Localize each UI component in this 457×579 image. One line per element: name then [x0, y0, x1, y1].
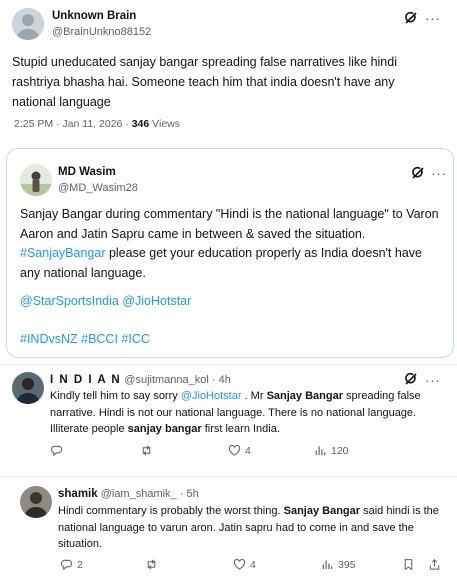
reply2-view-count: 395 [338, 558, 356, 571]
main-post-time[interactable]: 2:25 PM · Jan 11, 2026 · [14, 118, 132, 130]
reply1-bold-text: Sanjay Bangar [266, 390, 343, 402]
reply1-like-count: 4 [245, 444, 251, 457]
reply1-text-part: . Mr [241, 390, 267, 402]
hashtag-link[interactable]: #SanjayBangar [20, 246, 105, 260]
like-icon [233, 558, 246, 570]
reply1-repost-button[interactable] [140, 444, 157, 457]
main-post-views-count: 346 [131, 118, 150, 130]
reply1-reply-button[interactable] [50, 444, 67, 457]
reply2-header: shamik @iam_shamik_ · 5h [58, 488, 199, 500]
reply1-like-button[interactable]: 4 [228, 444, 251, 457]
reply1-views-button[interactable]: 120 [314, 444, 349, 457]
main-author-avatar[interactable] [12, 8, 44, 40]
share-icon [429, 559, 440, 570]
reply2-bold-text: Sanjay Bangar [283, 505, 361, 517]
views-icon [315, 446, 326, 456]
reply2-avatar[interactable] [20, 486, 52, 518]
main-post-views-label: Views [149, 118, 180, 130]
share-button[interactable] [428, 558, 441, 571]
reply2-text: Hindi commentary is probably the worst t… [58, 503, 450, 553]
reply1-header: I N D I A N @sujitmanna_kol · 4h [50, 374, 231, 386]
repost-icon [142, 445, 151, 456]
reply1-text: Kindly tell him to say sorry @JioHotstar… [50, 388, 445, 438]
bookmark-icon [404, 559, 413, 571]
reply2-time[interactable]: · 5h [177, 488, 199, 500]
main-post-text: Stupid uneducated sanjay bangar spreadin… [12, 55, 397, 109]
reply1-time[interactable]: · 4h [209, 374, 231, 386]
grok-icon[interactable] [404, 11, 418, 25]
quoted-hashtags[interactable]: #INDvsNZ #BCCI #ICC [20, 332, 150, 346]
quoted-author-name[interactable]: MD Wasim [58, 166, 116, 178]
reply2-author-handle[interactable]: @iam_shamik_ [101, 488, 177, 500]
quoted-mentions[interactable]: @StarSportsIndia @JioHotstar [20, 294, 191, 308]
main-post-meta: 2:25 PM · Jan 11, 2026 · 346 Views [14, 118, 180, 130]
reply1-text-part: Kindly tell him to say sorry [50, 390, 181, 402]
reply1-author-handle[interactable]: @sujitmanna_kol [124, 374, 209, 386]
reply-icon [51, 445, 63, 457]
more-icon[interactable]: ··· [431, 166, 447, 180]
reply2-like-count: 4 [250, 558, 256, 571]
quoted-text-part: Sanjay Bangar during commentary "Hindi i… [20, 207, 439, 241]
reply2-like-button[interactable]: 4 [233, 558, 256, 571]
reply2-reply-count: 2 [77, 558, 83, 571]
main-author-name[interactable]: Unknown Brain [52, 10, 136, 22]
divider [0, 364, 457, 365]
quoted-post-text: Sanjay Bangar during commentary "Hindi i… [20, 205, 445, 283]
grok-icon[interactable] [404, 372, 418, 386]
more-icon[interactable]: ··· [425, 11, 441, 25]
reply1-bold-text: sanjay bangar [127, 423, 202, 435]
reply2-author-name[interactable]: shamik [58, 488, 98, 500]
reply1-author-name[interactable]: I N D I A N [50, 374, 121, 386]
views-icon [322, 560, 333, 570]
divider [0, 476, 457, 477]
repost-icon [147, 559, 156, 570]
grok-icon[interactable] [411, 166, 425, 180]
main-author-handle[interactable]: @BrainUnkno88152 [52, 26, 151, 38]
reply1-avatar[interactable] [12, 372, 44, 404]
quoted-author-handle[interactable]: @MD_Wasim28 [58, 182, 138, 194]
reply2-repost-button[interactable] [145, 558, 162, 571]
bookmark-button[interactable] [402, 558, 415, 571]
quoted-author-avatar[interactable] [20, 164, 52, 196]
reply2-reply-button[interactable]: 2 [60, 558, 83, 571]
mention-link[interactable]: @JioHotstar [181, 390, 242, 402]
more-icon[interactable]: ··· [425, 373, 441, 387]
like-icon [228, 444, 241, 456]
reply-icon [61, 559, 73, 571]
reply1-view-count: 120 [331, 444, 349, 457]
reply2-views-button[interactable]: 395 [321, 558, 356, 571]
reply1-text-part: first learn India. [201, 423, 280, 435]
reply2-text-part: Hindi commentary is probably the worst t… [58, 505, 284, 517]
